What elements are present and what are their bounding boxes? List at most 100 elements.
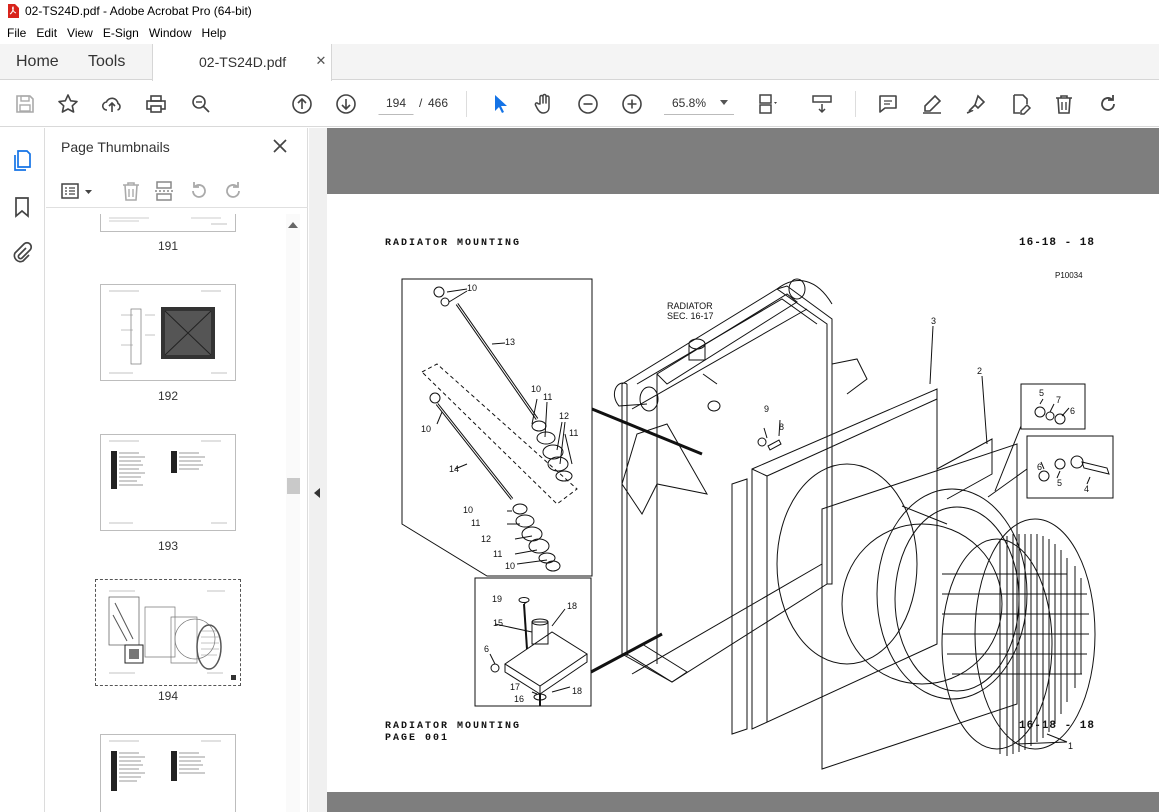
radiator-mounting-diagram: 10 13 10 11 12 11 10 14 10 11 12 11 10 1… <box>401 278 1114 770</box>
callout: 10 <box>463 505 473 515</box>
menu-esign[interactable]: E-Sign <box>98 26 144 40</box>
page-thumbnails-icon[interactable] <box>10 148 34 172</box>
comment-icon[interactable] <box>876 92 900 116</box>
page-footer-title: RADIATOR MOUNTING <box>385 721 522 732</box>
hand-tool-icon[interactable] <box>532 92 556 116</box>
thumbnail-scrollbar[interactable] <box>286 214 300 812</box>
callout: 12 <box>481 534 491 544</box>
title-bar: 02-TS24D.pdf - Adobe Acrobat Pro (64-bit… <box>0 0 1159 22</box>
page-number-input[interactable]: 194 <box>378 91 414 115</box>
page-separator: / <box>419 96 423 110</box>
thumbnail-list: 191 192 193 194 <box>46 214 308 812</box>
bookmarks-icon[interactable] <box>10 195 34 219</box>
toolbar-divider <box>855 91 856 117</box>
scrollbar-thumb[interactable] <box>287 478 300 494</box>
pdf-file-icon <box>8 4 19 18</box>
callout: 15 <box>493 618 503 628</box>
radiator-section-label: SEC. 16-17 <box>667 311 714 321</box>
panel-title: Page Thumbnails <box>61 139 170 155</box>
menu-edit[interactable]: Edit <box>31 26 62 40</box>
menu-file[interactable]: File <box>2 26 31 40</box>
delete-page-icon[interactable] <box>119 179 143 203</box>
panel-collapse-strip[interactable] <box>309 128 327 812</box>
highlight-pen-icon[interactable] <box>920 92 944 116</box>
zoom-level-dropdown[interactable]: 65.8% <box>664 91 734 115</box>
thumbnail-page-number: 192 <box>157 389 179 403</box>
callout: 7 <box>1056 395 1061 405</box>
thumbnail-page-number: 194 <box>157 689 179 703</box>
callout: 1 <box>1068 741 1073 751</box>
select-cursor-icon[interactable] <box>488 92 512 116</box>
upload-cloud-icon[interactable] <box>100 92 124 116</box>
scroll-up-icon[interactable] <box>288 222 298 228</box>
callout: 16 <box>514 694 524 704</box>
thumbnail-page[interactable] <box>100 734 236 812</box>
thumbnail-page-number: 191 <box>157 239 179 253</box>
thumbnail-options-icon[interactable] <box>60 179 96 203</box>
callout: 19 <box>492 594 502 604</box>
menu-view[interactable]: View <box>62 26 98 40</box>
callout: 6 <box>1070 406 1075 416</box>
pdf-page: RADIATOR MOUNTING 16-18 - 18 P10034 10 1… <box>327 194 1159 792</box>
zoom-in-icon[interactable] <box>620 92 644 116</box>
callout: 18 <box>572 686 582 696</box>
thumbnail-page[interactable] <box>100 214 236 232</box>
toolbar: 194 / 466 65.8% <box>0 81 1159 127</box>
callout: 10 <box>467 283 477 293</box>
rotate-left-icon[interactable] <box>187 179 211 203</box>
callout: 17 <box>510 682 520 692</box>
zoom-out-icon[interactable] <box>576 92 600 116</box>
zoom-level-value: 65.8% <box>672 96 707 110</box>
callout: 6 <box>1037 462 1042 472</box>
print-icon[interactable] <box>144 92 168 116</box>
left-navigation-rail <box>0 128 45 812</box>
zoom-search-icon[interactable] <box>189 92 213 116</box>
menu-bar: File Edit View E-Sign Window Help <box>0 22 1159 44</box>
document-viewer[interactable]: RADIATOR MOUNTING 16-18 - 18 P10034 10 1… <box>309 128 1159 812</box>
callout: 10 <box>505 561 515 571</box>
thumbnail-page-number: 193 <box>157 539 179 553</box>
scroll-mode-icon[interactable] <box>810 92 834 116</box>
callout: 12 <box>559 411 569 421</box>
window-title: 02-TS24D.pdf - Adobe Acrobat Pro (64-bit… <box>25 4 252 18</box>
thumbnail-page-selected[interactable] <box>95 579 241 686</box>
callout: 4 <box>1084 484 1089 494</box>
callout: 10 <box>421 424 431 434</box>
radiator-label: RADIATOR <box>667 301 713 311</box>
thumbnail-toolbar <box>46 174 308 208</box>
attachment-paperclip-icon[interactable] <box>10 241 34 265</box>
callout: 11 <box>493 549 502 559</box>
next-page-icon[interactable] <box>334 92 358 116</box>
menu-help[interactable]: Help <box>197 26 232 40</box>
tab-document[interactable]: 02-TS24D.pdf ✕ <box>152 44 332 81</box>
draw-sign-icon[interactable] <box>964 92 988 116</box>
callout: 10 <box>531 384 541 394</box>
callout: 3 <box>931 316 936 326</box>
callout: 11 <box>569 428 578 438</box>
edit-document-icon[interactable] <box>1008 92 1032 116</box>
delete-trash-icon[interactable] <box>1052 92 1076 116</box>
thumbnail-page[interactable] <box>100 284 236 381</box>
save-icon[interactable] <box>13 92 37 116</box>
tab-home[interactable]: Home <box>16 44 59 80</box>
close-tab-icon[interactable]: ✕ <box>315 54 327 67</box>
chevron-left-icon[interactable] <box>314 488 320 498</box>
callout: 18 <box>567 601 577 611</box>
tab-tools[interactable]: Tools <box>88 44 125 80</box>
menu-window[interactable]: Window <box>144 26 197 40</box>
callout: 8 <box>779 422 784 432</box>
rotate-right-icon[interactable] <box>221 179 245 203</box>
acrobat-window: 02-TS24D.pdf - Adobe Acrobat Pro (64-bit… <box>0 0 1159 812</box>
callout: 13 <box>505 337 515 347</box>
redo-rotate-icon[interactable] <box>1096 92 1120 116</box>
callout: 6 <box>484 644 489 654</box>
bookmark-star-icon[interactable] <box>56 92 80 116</box>
page-display-icon[interactable] <box>755 92 779 116</box>
tab-document-label: 02-TS24D.pdf <box>199 54 287 70</box>
callout: 11 <box>543 392 552 402</box>
previous-page-icon[interactable] <box>290 92 314 116</box>
page-footer-number: 16-18 - 18 <box>1019 720 1096 732</box>
thumbnail-page[interactable] <box>100 434 236 531</box>
close-panel-icon[interactable] <box>270 136 290 156</box>
insert-page-icon[interactable] <box>153 179 177 203</box>
